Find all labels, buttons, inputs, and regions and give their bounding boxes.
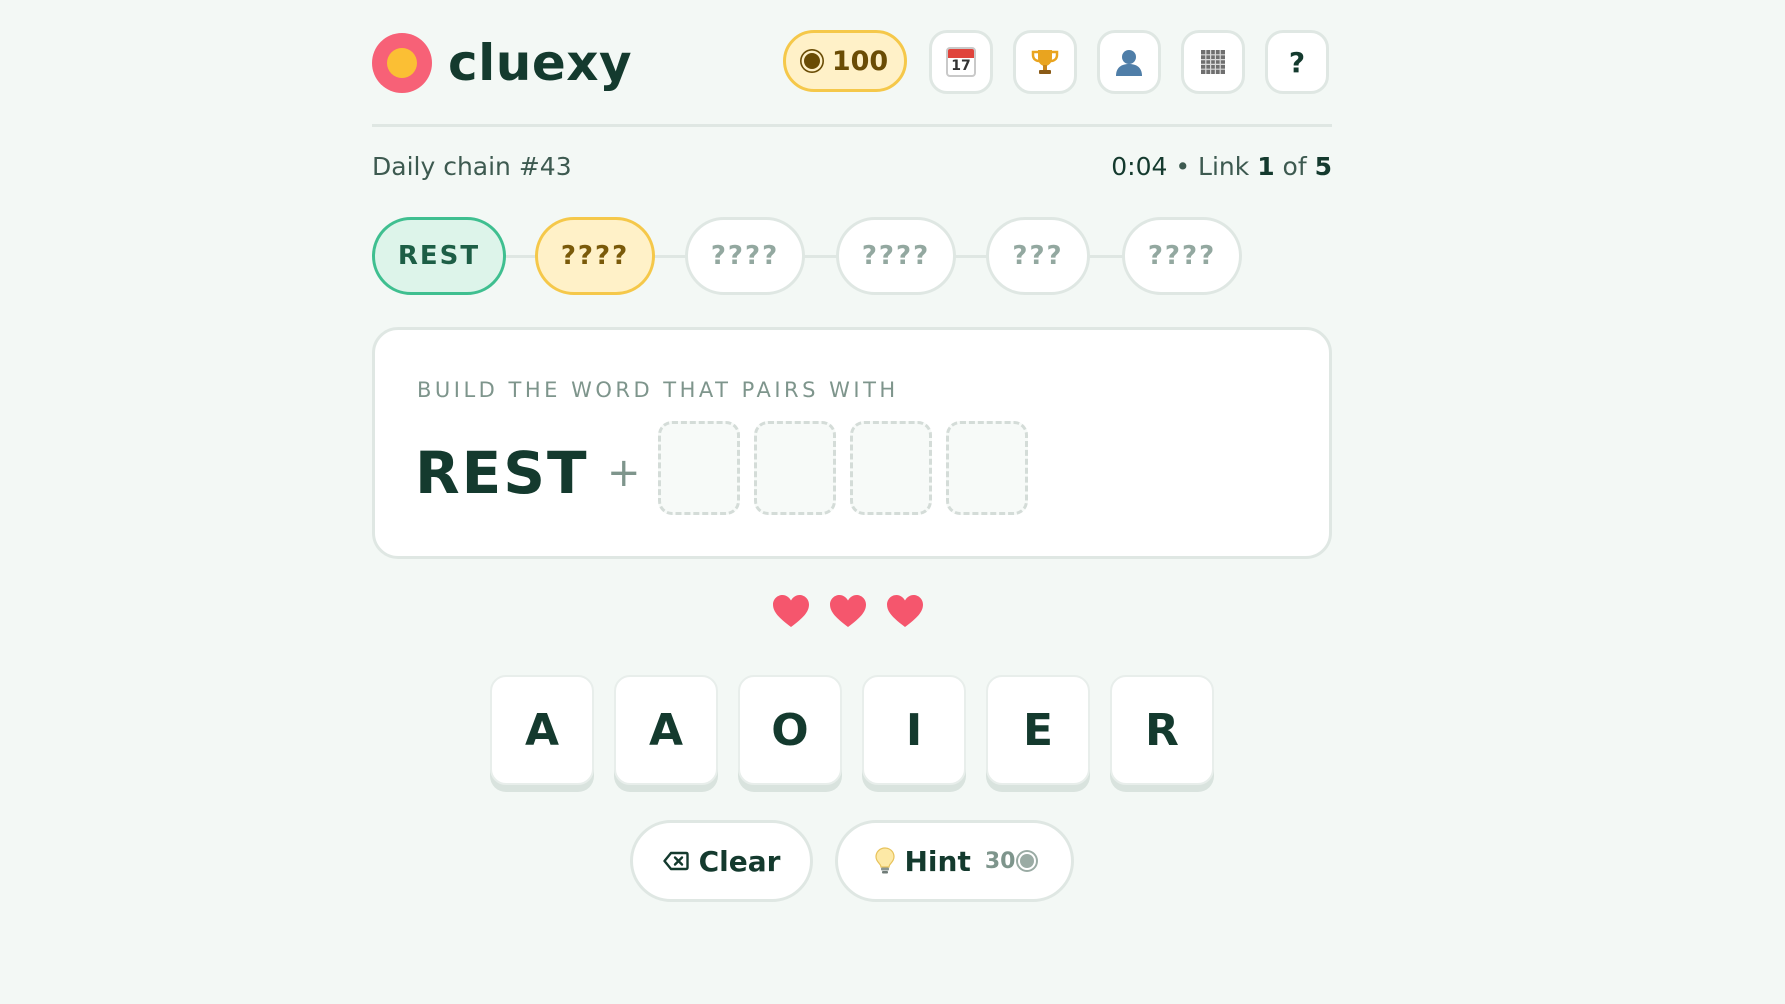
chain-pill-5: ??? (986, 217, 1090, 295)
link-total: 5 (1314, 152, 1332, 181)
progress-indicator: 0:04 • Link 1 of 5 (1111, 152, 1332, 181)
letter-tile-2[interactable]: A (614, 675, 718, 785)
word-chain: REST ???? ???? ???? ??? ???? (372, 217, 1332, 295)
help-icon: ? (1288, 45, 1306, 79)
link-current: 1 (1257, 152, 1275, 181)
answer-slot-3[interactable] (850, 421, 932, 515)
progress-separator: • (1167, 152, 1199, 181)
letter-tile-3[interactable]: O (738, 675, 842, 785)
logo-inner-dot (387, 48, 417, 78)
heart-icon (773, 595, 809, 627)
status-row: Daily chain #43 0:04 • Link 1 of 5 (372, 148, 1332, 188)
answer-slot-1[interactable] (658, 421, 740, 515)
plus-sign: + (607, 450, 641, 496)
answer-slot-4[interactable] (946, 421, 1028, 515)
answer-slot-2[interactable] (754, 421, 836, 515)
heart-icon (887, 595, 923, 627)
timer: 0:04 (1111, 152, 1168, 181)
header: cluexy 100 17 ? (372, 0, 1332, 127)
backspace-icon (662, 851, 689, 871)
help-button[interactable]: ? (1265, 30, 1329, 94)
lightbulb-icon (874, 847, 895, 874)
trophy-icon (1031, 50, 1059, 74)
letter-tile-4[interactable]: I (862, 675, 966, 785)
leaderboard-button[interactable] (1013, 30, 1077, 94)
coin-icon (803, 53, 820, 69)
logo-icon (372, 33, 432, 93)
hint-cost-value: 30 (984, 848, 1016, 874)
link-word: Link (1198, 152, 1258, 181)
clue-card: BUILD THE WORD THAT PAIRS WITH REST + (372, 327, 1332, 559)
calendar-day: 17 (951, 58, 971, 74)
stats-button[interactable] (1181, 30, 1245, 94)
chain-pill-1[interactable]: REST (372, 217, 506, 295)
heart-icon (830, 595, 866, 627)
profile-button[interactable] (1097, 30, 1161, 94)
hint-label: Hint (904, 844, 971, 878)
calendar-icon: 17 (946, 47, 976, 77)
chain-pill-4: ???? (836, 217, 956, 295)
letter-tiles: A A O I E R (490, 675, 1214, 795)
letter-tile-1[interactable]: A (490, 675, 594, 785)
chain-pill-6: ???? (1122, 217, 1242, 295)
clue-word: REST (415, 439, 589, 507)
lives-indicator (772, 594, 932, 630)
game-app: cluexy 100 17 ? Daily chain #43 0:04 • L… (372, 0, 1332, 902)
clear-button[interactable]: Clear (630, 820, 813, 902)
chain-number-label: Daily chain #43 (372, 152, 572, 181)
coin-balance-button[interactable]: 100 (783, 30, 907, 92)
of-word: of (1274, 152, 1315, 181)
grid-icon (1201, 50, 1225, 74)
letter-tile-5[interactable]: E (986, 675, 1090, 785)
hint-cost: 30 (985, 849, 1035, 874)
user-icon (1116, 50, 1142, 76)
calendar-button[interactable]: 17 (929, 30, 993, 94)
brand-name: cluexy (448, 34, 633, 92)
coin-count: 100 (831, 45, 889, 77)
chain-pill-3: ???? (685, 217, 805, 295)
coin-icon (1020, 854, 1035, 868)
chain-pill-2[interactable]: ???? (535, 217, 655, 295)
clue-prompt: BUILD THE WORD THAT PAIRS WITH (417, 378, 899, 402)
letter-tile-6[interactable]: R (1110, 675, 1214, 785)
hint-button[interactable]: Hint 30 (835, 820, 1074, 902)
clear-label: Clear (698, 844, 781, 878)
